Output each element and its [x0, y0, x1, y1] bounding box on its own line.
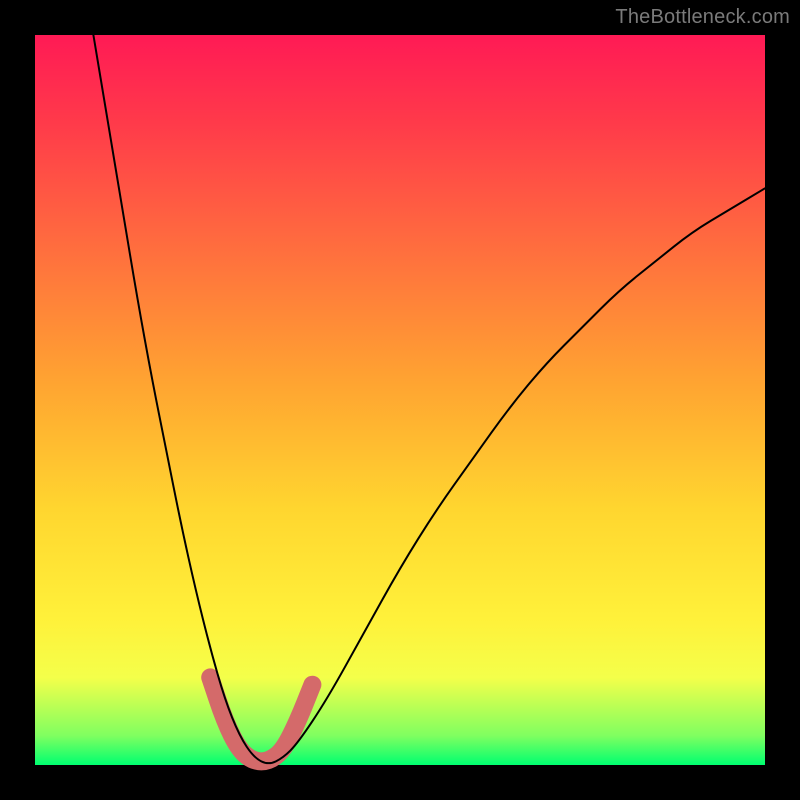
bottleneck-curve: [93, 35, 765, 763]
range-marker-path: [210, 677, 312, 761]
chart-frame: TheBottleneck.com: [0, 0, 800, 800]
range-marker: [210, 677, 312, 761]
watermark-text: TheBottleneck.com: [615, 6, 790, 29]
plot-area: [35, 35, 765, 765]
curve-svg: [35, 35, 765, 765]
